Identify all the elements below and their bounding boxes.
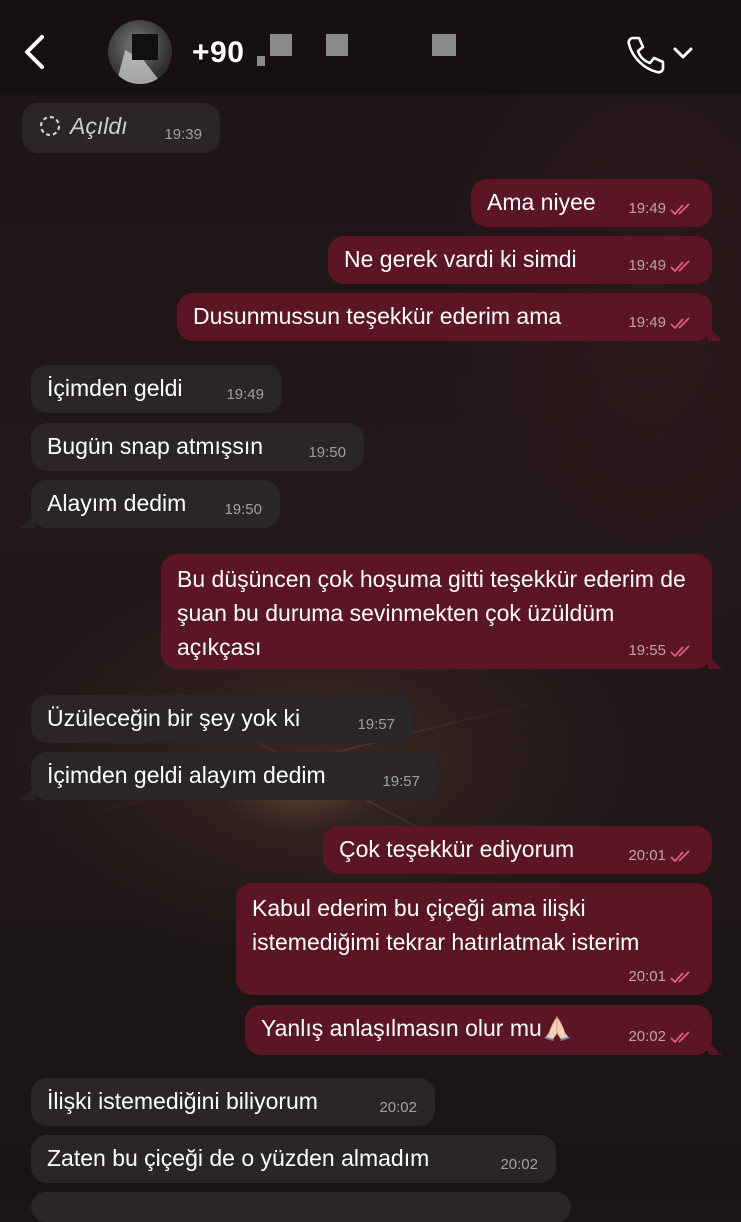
bubble-tail — [21, 786, 35, 800]
message-time: 19:50 — [224, 501, 262, 518]
message-meta: 20:01 — [628, 969, 694, 985]
contact-name[interactable]: +90 — [192, 36, 244, 70]
outgoing-message[interactable]: Yanlış anlaşılmasın olur mu 20:02 — [245, 1005, 722, 1055]
incoming-message[interactable]: Zaten bu çiçeği de o yüzden almadım 20:0… — [31, 1135, 556, 1183]
redaction-mark — [257, 56, 265, 66]
opened-status-bubble: Açıldı 19:39 — [22, 103, 220, 153]
message-text: Alayım dedim — [47, 490, 187, 516]
message-text: Bugün snap atmışsın — [47, 433, 264, 459]
message-text: Ama niyee — [487, 189, 596, 215]
read-ticks-icon — [670, 645, 690, 658]
message-text: İçimden geldi alayım dedim — [47, 762, 326, 788]
read-ticks-icon — [670, 1031, 690, 1044]
read-ticks-icon — [670, 317, 690, 330]
message-time: 20:02 — [500, 1156, 538, 1173]
message-meta: 19:49 — [628, 201, 694, 217]
incoming-message[interactable]: İçimden geldi 19:49 — [31, 365, 282, 413]
outgoing-message[interactable]: Bu düşüncen çok hoşuma gitti teşekkür ed… — [161, 554, 722, 669]
message-meta: 20:02 — [628, 1029, 694, 1045]
folded-hands-emoji — [543, 1015, 570, 1041]
message-text: İlişki istemediğini biliyorum — [47, 1088, 318, 1114]
read-ticks-icon — [670, 203, 690, 216]
avatar[interactable] — [108, 20, 172, 84]
incoming-message[interactable]: Üzüleceğin bir şey yok ki 19:57 — [31, 695, 413, 743]
bubble-tail — [21, 514, 35, 528]
message-text: Çok teşekkür ediyorum — [339, 836, 575, 862]
redaction-mark — [432, 34, 456, 56]
read-ticks-icon — [670, 850, 690, 863]
bubble-tail — [708, 655, 722, 669]
phone-icon[interactable] — [624, 34, 666, 76]
message-text: Üzüleceğin bir şey yok ki — [47, 705, 301, 731]
chevron-left-icon[interactable] — [22, 34, 48, 70]
opened-label: Açıldı — [38, 113, 128, 139]
message-time: 19:57 — [382, 773, 420, 790]
message-time: 19:50 — [308, 444, 346, 461]
message-time: 19:49 — [226, 386, 264, 403]
outgoing-message[interactable]: Ne gerek vardi ki simdi 19:49 — [328, 236, 712, 284]
outgoing-message[interactable]: Kabul ederim bu çiçeği ama ilişki isteme… — [236, 883, 712, 995]
incoming-message[interactable]: İlişki istemediğini biliyorum 20:02 — [31, 1078, 435, 1126]
incoming-message-partial[interactable] — [31, 1192, 571, 1222]
read-ticks-icon — [670, 971, 690, 984]
message-meta: 19:55 — [628, 643, 694, 659]
incoming-message[interactable]: Alayım dedim 19:50 — [21, 480, 280, 528]
message-time: 19:39 — [164, 126, 202, 143]
message-text: Bu düşüncen çok hoşuma gitti teşekkür ed… — [177, 566, 686, 660]
redaction-mark — [270, 34, 292, 56]
message-text: Ne gerek vardi ki simdi — [344, 246, 577, 272]
message-time: 20:02 — [379, 1099, 417, 1116]
message-meta: 19:49 — [628, 315, 694, 331]
read-ticks-icon — [670, 260, 690, 273]
message-text: Kabul ederim bu çiçeği ama ilişki isteme… — [252, 895, 640, 955]
chat-header: +90 — [0, 0, 741, 94]
outgoing-message[interactable]: Dusunmussun teşekkür ederim ama 19:49 — [177, 293, 722, 341]
redaction-mark — [326, 34, 348, 56]
bubble-tail — [708, 327, 722, 341]
message-text: Dusunmussun teşekkür ederim ama — [193, 303, 562, 329]
message-meta: 19:49 — [628, 258, 694, 274]
bubble-tail — [708, 1041, 722, 1055]
message-text: Zaten bu çiçeği de o yüzden almadım — [47, 1145, 430, 1171]
outgoing-message[interactable]: Ama niyee 19:49 — [471, 179, 712, 227]
message-time: 19:57 — [357, 716, 395, 733]
incoming-message[interactable]: Bugün snap atmışsın 19:50 — [31, 423, 364, 471]
incoming-message[interactable]: İçimden geldi alayım dedim 19:57 — [21, 752, 438, 800]
loading-circle-icon — [39, 115, 61, 137]
outgoing-message[interactable]: Çok teşekkür ediyorum 20:01 — [323, 826, 712, 874]
message-meta: 20:01 — [628, 848, 694, 864]
message-text: Yanlış anlaşılmasın olur mu — [261, 1015, 542, 1041]
message-text: İçimden geldi — [47, 375, 183, 401]
chevron-down-icon[interactable] — [672, 42, 694, 64]
